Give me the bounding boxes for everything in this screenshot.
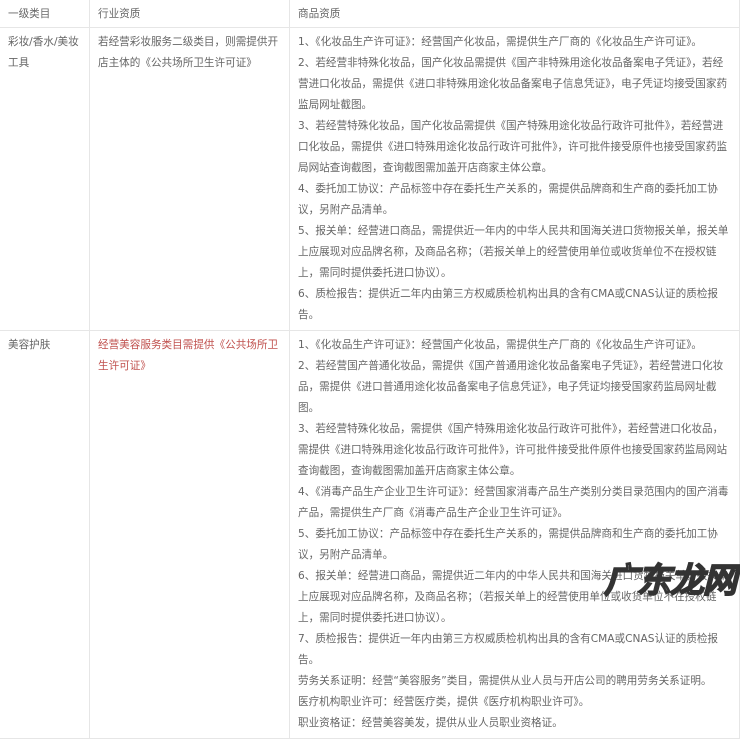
product-item: 职业资格证：经营美容美发，提供从业人员职业资格证。 — [298, 717, 563, 729]
category-cell: 彩妆/香水/美妆工具 — [0, 27, 90, 331]
watermark-logo: 广东龙网 — [603, 560, 738, 602]
header-product-qualification: 商品资质 — [289, 0, 740, 28]
table-header: 一级类目 行业资质 商品资质 — [0, 0, 740, 28]
product-item: 1、《化妆品生产许可证》：经营国产化妆品，需提供生产厂商的《化妆品生产许可证》。 — [298, 339, 702, 351]
product-item: 2、若经营非特殊化妆品，国产化妆品需提供《国产非特殊用途化妆品备案电子凭证》，若… — [298, 57, 728, 111]
table-row: 彩妆/香水/美妆工具 若经营彩妆服务二级类目，则需提供开店主体的《公共场所卫生许… — [0, 27, 740, 331]
category-cell: 美容护肤 — [0, 330, 90, 739]
product-item: 6、质检报告：提供近二年内由第三方权威质检机构出具的含有CMA或CNAS认证的质… — [298, 288, 719, 321]
product-item: 4、委托加工协议：产品标签中存在委托生产关系的，需提供品牌商和生产商的委托加工协… — [298, 183, 718, 216]
product-cell: 1、《化妆品生产许可证》：经营国产化妆品，需提供生产厂商的《化妆品生产许可证》。… — [289, 27, 740, 331]
product-item: 5、报关单：经营进口商品，需提供近一年内的中华人民共和国海关进口货物报关单，报关… — [298, 225, 729, 279]
product-item: 1、《化妆品生产许可证》：经营国产化妆品，需提供生产厂商的《化妆品生产许可证》。 — [298, 36, 702, 48]
industry-cell: 若经营彩妆服务二级类目，则需提供开店主体的《公共场所卫生许可证》 — [89, 27, 290, 331]
product-item: 医疗机构职业许可：经营医疗类，提供《医疗机构职业许可》。 — [298, 696, 590, 708]
product-item: 7、质检报告：提供近一年内由第三方权威质检机构出具的含有CMA或CNAS认证的质… — [298, 633, 719, 666]
qualification-table: 一级类目 行业资质 商品资质 彩妆/香水/美妆工具 若经营彩妆服务二级类目，则需… — [0, 0, 740, 739]
product-item: 劳务关系证明：经营“美容服务”类目，需提供从业人员与开店公司的聘用劳务关系证明。 — [298, 675, 712, 687]
table-row: 美容护肤 经营美容服务类目需提供《公共场所卫生许可证》 1、《化妆品生产许可证》… — [0, 330, 740, 739]
product-item: 4、《消毒产品生产企业卫生许可证》：经营国家消毒产品生产类别分类目录范围内的国产… — [298, 486, 729, 519]
header-category: 一级类目 — [0, 0, 90, 28]
product-item: 3、若经营特殊化妆品，国产化妆品需提供《国产特殊用途化妆品行政许可批件》，若经营… — [298, 120, 728, 174]
product-item: 2、若经营国产普通化妆品，需提供《国产普通用途化妆品备案电子凭证》，若经营进口化… — [298, 360, 724, 414]
product-cell: 1、《化妆品生产许可证》：经营国产化妆品，需提供生产厂商的《化妆品生产许可证》。… — [289, 330, 740, 739]
header-industry-qualification: 行业资质 — [89, 0, 290, 28]
industry-cell: 经营美容服务类目需提供《公共场所卫生许可证》 — [89, 330, 290, 739]
product-item: 3、若经营特殊化妆品，需提供《国产特殊用途化妆品行政许可批件》，若经营进口化妆品… — [298, 423, 728, 477]
